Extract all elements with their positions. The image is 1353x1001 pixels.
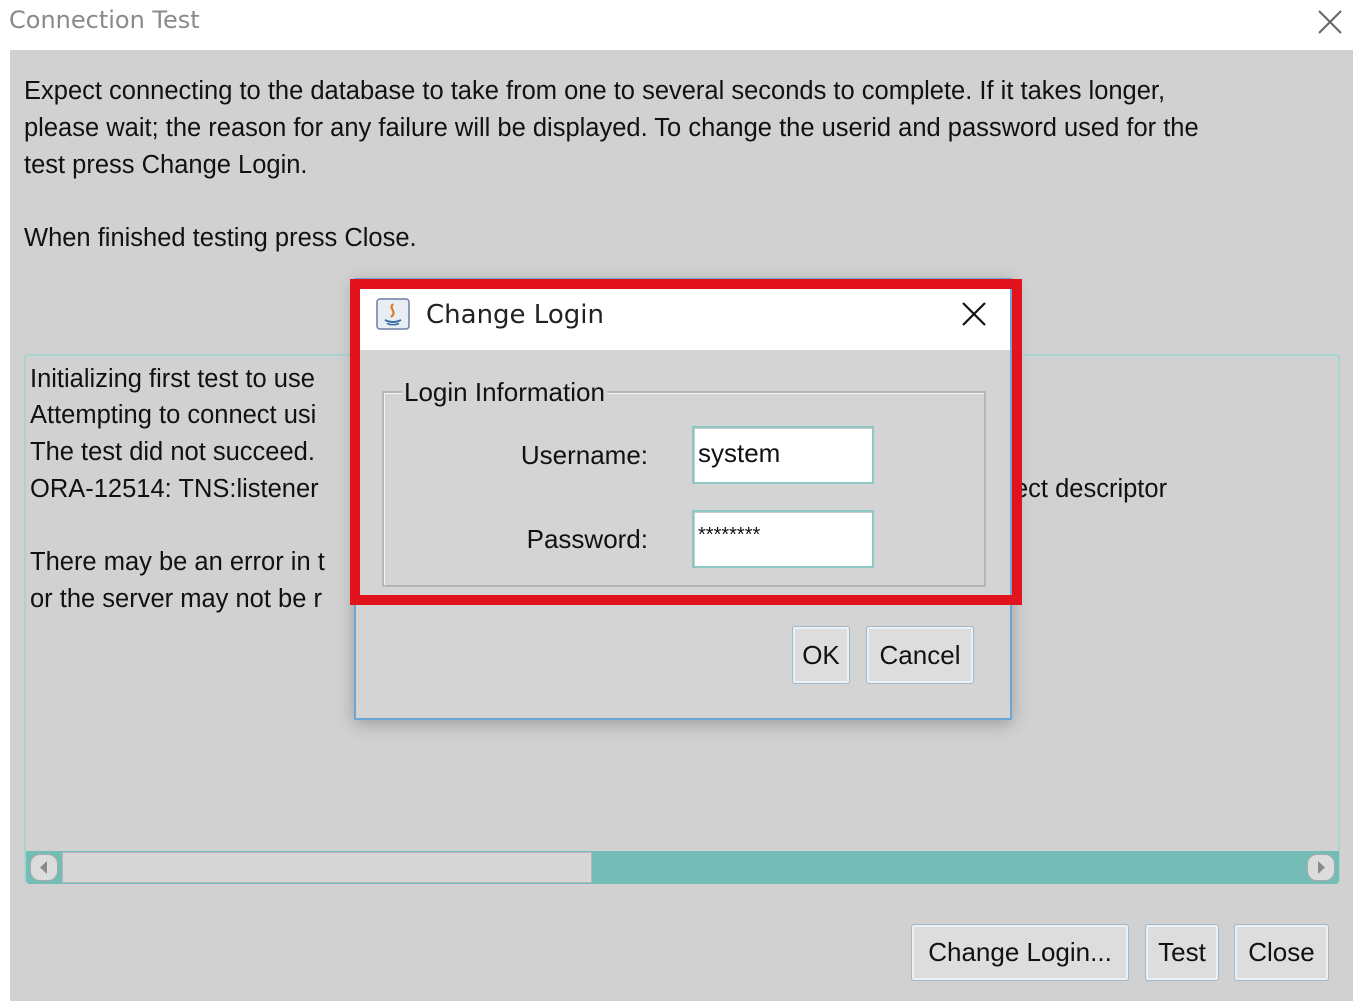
instruction-line-2: please wait; the reason for any failure … — [24, 114, 1199, 142]
close-button[interactable]: Close — [1234, 924, 1329, 981]
instruction-line-3: test press Change Login. — [24, 151, 308, 179]
test-button[interactable]: Test — [1145, 924, 1219, 981]
log-line: ORA-12514: TNS:listener — [30, 475, 319, 503]
window-title-bar: Connection Test — [0, 0, 1353, 48]
ok-button[interactable]: OK — [792, 626, 850, 684]
change-login-dialog: Change Login Login Information Username:… — [354, 278, 1012, 720]
log-line: Initializing first test to use — [30, 365, 315, 393]
instruction-line-4: When finished testing press Close. — [24, 224, 417, 252]
close-icon[interactable] — [960, 300, 988, 328]
change-login-button[interactable]: Change Login... — [911, 924, 1129, 981]
arrow-right-icon — [1318, 861, 1325, 874]
log-line: Attempting to connect usi — [30, 401, 317, 429]
cancel-button[interactable]: Cancel — [866, 626, 974, 684]
log-line-fragment: ect descriptor — [1014, 475, 1168, 503]
scroll-left-button[interactable] — [30, 854, 58, 881]
log-line: There may be an error in t — [30, 548, 325, 576]
arrow-left-icon — [40, 861, 47, 874]
dialog-title-bar: Change Login — [356, 280, 1010, 350]
horizontal-scrollbar[interactable] — [26, 851, 1339, 884]
password-field[interactable]: ******** — [692, 510, 874, 568]
dialog-title: Change Login — [426, 300, 604, 330]
window-title: Connection Test — [9, 6, 200, 34]
java-app-icon — [376, 298, 410, 330]
instruction-line-1: Expect connecting to the database to tak… — [24, 77, 1166, 105]
scrollbar-thumb[interactable] — [62, 852, 592, 883]
log-line: The test did not succeed. — [30, 438, 315, 466]
scroll-right-button[interactable] — [1307, 854, 1335, 881]
username-label: Username: — [520, 440, 648, 470]
close-icon[interactable] — [1314, 6, 1346, 38]
password-label: Password: — [526, 524, 648, 554]
username-field[interactable]: system — [692, 426, 874, 484]
group-legend: Login Information — [402, 377, 607, 408]
login-information-group — [382, 391, 986, 587]
log-line: or the server may not be r — [30, 585, 322, 613]
